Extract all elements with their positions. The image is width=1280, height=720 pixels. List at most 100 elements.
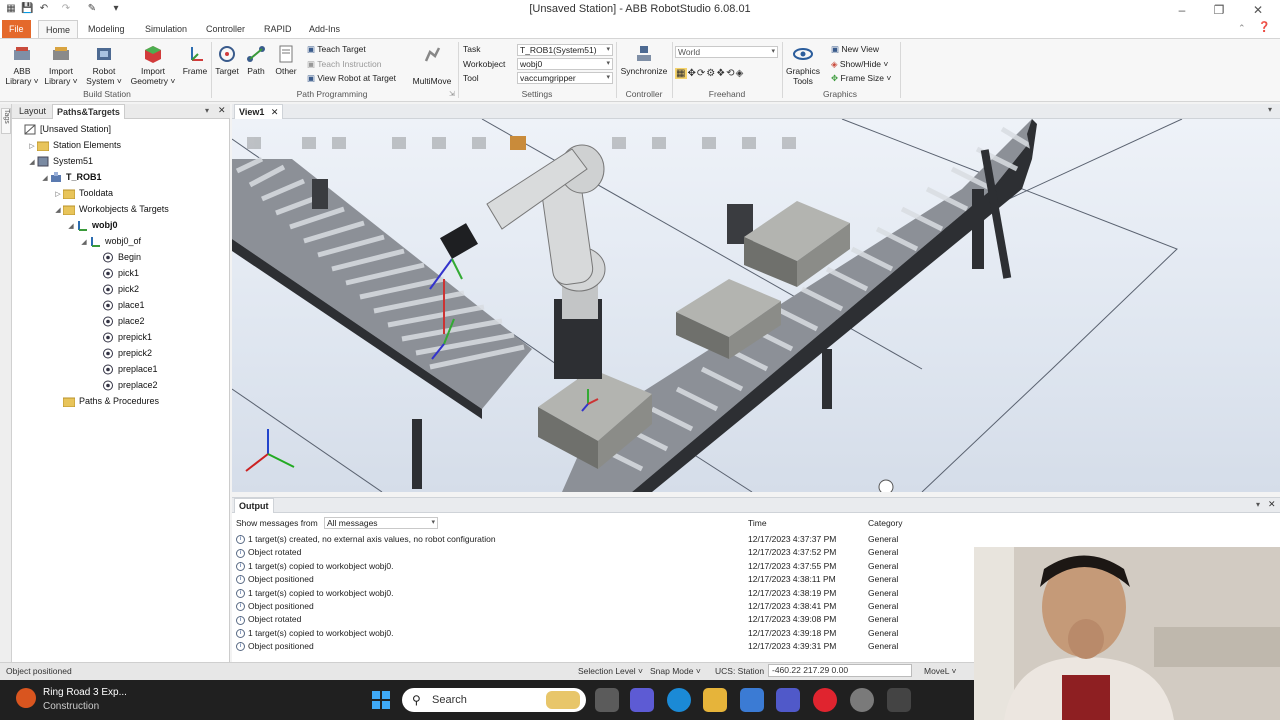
frame-size-button[interactable]: ✥ Frame Size ˅ bbox=[831, 73, 891, 84]
output-message-row[interactable]: i Object positioned 12/17/2023 4:39:31 PM G… bbox=[236, 640, 976, 653]
target-button[interactable]: Target bbox=[213, 44, 241, 76]
tab-paths-targets[interactable]: Paths&Targets bbox=[52, 104, 125, 119]
output-message-row[interactable]: i1 target(s) copied to workobject wobj0.… bbox=[236, 560, 976, 573]
tree-node-station-elements[interactable]: ▷ Station Elements bbox=[14, 137, 228, 153]
tab-add-ins[interactable]: Add-Ins bbox=[302, 20, 347, 38]
settings-gear-icon[interactable] bbox=[850, 688, 874, 712]
view-robot-at-target-button[interactable]: ▣ View Robot at Target bbox=[307, 73, 396, 84]
graphics-tools-button[interactable]: Graphics Tools bbox=[783, 44, 823, 86]
tab-output[interactable]: Output bbox=[234, 498, 274, 513]
output-message-row[interactable]: i Object positioned 12/17/2023 4:38:41 PM G… bbox=[236, 600, 976, 613]
task-select[interactable]: T_ROB1(System51) ▾ bbox=[517, 44, 613, 56]
task-view-icon[interactable] bbox=[595, 688, 619, 712]
tree-node-wobj0[interactable]: ◢ wobj0 bbox=[14, 217, 228, 233]
column-time[interactable]: Time bbox=[748, 518, 767, 528]
opera-browser-icon[interactable] bbox=[813, 688, 837, 712]
output-message-row[interactable]: i1 target(s) created, no external axis v… bbox=[236, 533, 976, 546]
other-button[interactable]: Other bbox=[271, 44, 301, 76]
file-explorer-icon[interactable] bbox=[703, 688, 727, 712]
expand-toggle-icon[interactable]: ◢ bbox=[40, 171, 50, 187]
tab-rapid[interactable]: RAPID bbox=[257, 20, 299, 38]
tree-node-pick1[interactable]: pick1 bbox=[14, 265, 228, 281]
tool-select[interactable]: vaccumgripper ▾ bbox=[517, 72, 613, 84]
meet-chat-icon[interactable] bbox=[630, 688, 654, 712]
tab-controller[interactable]: Controller bbox=[199, 20, 252, 38]
message-filter-select[interactable]: All messages ▾ bbox=[324, 517, 438, 529]
column-category[interactable]: Category bbox=[868, 518, 903, 528]
expand-toggle-icon[interactable]: ◢ bbox=[53, 203, 63, 219]
minimize-icon[interactable]: – bbox=[1172, 3, 1192, 17]
workobject-select[interactable]: wobj0 ▾ bbox=[517, 58, 613, 70]
output-message-row[interactable]: i1 target(s) copied to workobject wobj0.… bbox=[236, 587, 976, 600]
close-panel-icon[interactable]: ✕ bbox=[218, 105, 226, 116]
restore-icon[interactable]: ❐ bbox=[1209, 3, 1229, 17]
ribbon-collapse-icon[interactable]: ⌃ bbox=[1238, 23, 1246, 34]
freehand-jog-joint-icon[interactable]: ⚙ bbox=[706, 68, 716, 79]
import-geometry-button[interactable]: Import Geometry ˅ bbox=[128, 44, 178, 86]
path-button[interactable]: Path bbox=[243, 44, 269, 76]
close-icon[interactable]: ✕ bbox=[1248, 3, 1268, 17]
output-message-row[interactable]: i Object rotated 12/17/2023 4:39:08 PM Gene… bbox=[236, 613, 976, 626]
pin-dropdown-icon[interactable]: ▾ bbox=[205, 106, 209, 115]
freehand-move-icon[interactable]: ✥ bbox=[687, 68, 696, 79]
output-dropdown-icon[interactable]: ▾ bbox=[1256, 500, 1260, 509]
tree-node-wobj0-of[interactable]: ◢ wobj0_of bbox=[14, 233, 228, 249]
snap-mode-button[interactable]: Snap Mode ˅ bbox=[650, 666, 701, 676]
tree-node-workobjects-targets[interactable]: ◢ Workobjects & Targets bbox=[14, 201, 228, 217]
output-close-icon[interactable]: ✕ bbox=[1268, 499, 1276, 510]
tree-node-prepick2[interactable]: prepick2 bbox=[14, 345, 228, 361]
dialog-launcher-icon[interactable]: ⇲ bbox=[449, 90, 455, 98]
output-message-row[interactable]: i Object positioned 12/17/2023 4:38:11 PM G… bbox=[236, 573, 976, 586]
tree-node-begin[interactable]: Begin bbox=[14, 249, 228, 265]
reference-frame-select[interactable]: World ▾ bbox=[675, 46, 778, 58]
freehand-select-icon[interactable]: ▦ bbox=[675, 68, 688, 79]
tree-node-prepick1[interactable]: prepick1 bbox=[14, 329, 228, 345]
edge-browser-icon[interactable] bbox=[667, 688, 691, 712]
expand-toggle-icon[interactable]: ◢ bbox=[27, 155, 37, 171]
import-library-button[interactable]: Import Library ˅ bbox=[43, 44, 79, 86]
selection-level-button[interactable]: Selection Level ˅ bbox=[578, 666, 643, 676]
tab-home[interactable]: Home bbox=[38, 20, 79, 38]
freehand-jog-linear-icon[interactable]: ❖ bbox=[716, 68, 726, 79]
tab-simulation[interactable]: Simulation bbox=[138, 20, 194, 38]
tags-tab[interactable]: Tags bbox=[1, 108, 11, 134]
freehand-rotate-icon[interactable]: ⟳ bbox=[697, 68, 706, 79]
tree-node-preplace2[interactable]: preplace2 bbox=[14, 377, 228, 393]
tab-layout[interactable]: Layout bbox=[15, 104, 50, 119]
view-toolbar-active-icon[interactable] bbox=[510, 136, 526, 150]
frame-button[interactable]: Frame bbox=[180, 44, 210, 76]
view-menu-dropdown-icon[interactable]: ▾ bbox=[1268, 105, 1272, 114]
tree-node-tooldata[interactable]: ▷ Tooldata bbox=[14, 185, 228, 201]
tree-node-unsaved-station[interactable]: [Unsaved Station] bbox=[14, 121, 228, 137]
tree-node-t-rob1[interactable]: ◢ T_ROB1 bbox=[14, 169, 228, 185]
tree-node-place1[interactable]: place1 bbox=[14, 297, 228, 313]
robot-system-button[interactable]: Robot System ˅ bbox=[85, 44, 123, 86]
3d-viewport[interactable] bbox=[232, 119, 1280, 492]
tab-file[interactable]: File bbox=[2, 20, 31, 38]
show-hide-button[interactable]: ◈ Show/Hide ˅ bbox=[831, 59, 888, 70]
output-message-row[interactable]: i Object rotated 12/17/2023 4:37:52 PM Gene… bbox=[236, 546, 976, 559]
tab-view1[interactable]: View1 ✕ bbox=[234, 104, 284, 119]
expand-toggle-icon[interactable]: ◢ bbox=[79, 235, 89, 251]
station-scene[interactable] bbox=[232, 119, 1280, 492]
tree-node-place2[interactable]: place2 bbox=[14, 313, 228, 329]
weather-traffic-icon[interactable] bbox=[16, 688, 36, 708]
windows-start-icon[interactable] bbox=[371, 690, 391, 710]
weather-title[interactable]: Ring Road 3 Exp... bbox=[43, 687, 127, 698]
abb-library-button[interactable]: ABB Library ˅ bbox=[5, 44, 39, 86]
teach-instruction-button[interactable]: ▣ Teach Instruction bbox=[307, 59, 382, 70]
teach-target-button[interactable]: ▣ Teach Target bbox=[307, 44, 366, 55]
tree-node-preplace1[interactable]: preplace1 bbox=[14, 361, 228, 377]
freehand-jog-reorient-icon[interactable]: ⟲ bbox=[726, 68, 735, 79]
tree-node-paths-procedures[interactable]: Paths & Procedures bbox=[14, 393, 228, 409]
teams-icon[interactable] bbox=[776, 688, 800, 712]
new-view-button[interactable]: ▣ New View bbox=[831, 44, 879, 55]
move-mode-button[interactable]: MoveL ˅ bbox=[924, 666, 957, 676]
tree-node-pick2[interactable]: pick2 bbox=[14, 281, 228, 297]
close-view-icon[interactable]: ✕ bbox=[271, 107, 279, 117]
output-message-row[interactable]: i1 target(s) copied to workobject wobj0.… bbox=[236, 627, 976, 640]
multimove-button[interactable]: MultiMove bbox=[409, 44, 455, 86]
help-icon[interactable]: ❓ bbox=[1258, 22, 1270, 33]
robotstudio-taskbar-icon[interactable] bbox=[887, 688, 911, 712]
taskbar-search[interactable]: ⚲ Search bbox=[402, 688, 586, 712]
